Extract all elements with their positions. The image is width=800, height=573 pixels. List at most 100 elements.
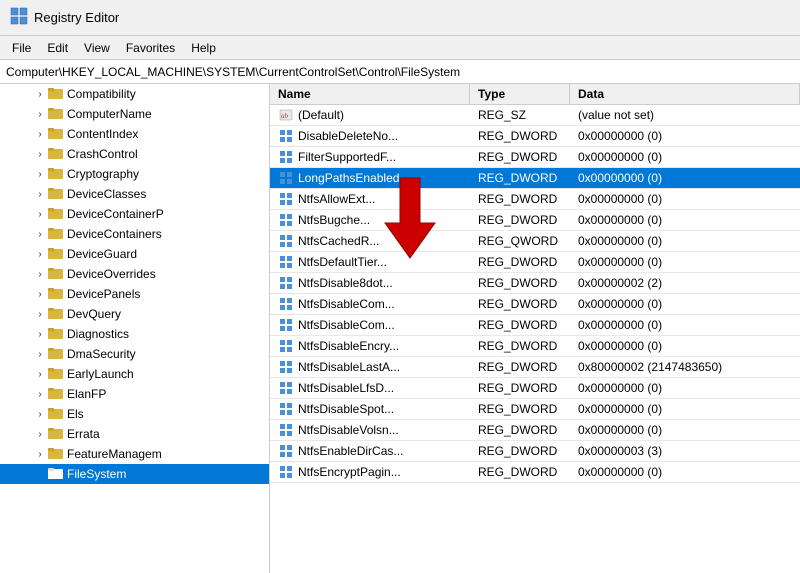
tree-item[interactable]: › DeviceClasses	[0, 184, 269, 204]
expand-icon[interactable]: ›	[32, 89, 48, 100]
tree-item[interactable]: › FeatureManagem	[0, 444, 269, 464]
expand-icon[interactable]: ›	[32, 429, 48, 440]
value-data-cell: (value not set)	[570, 105, 800, 125]
value-row[interactable]: NtfsEnableDirCas...REG_DWORD0x00000003 (…	[270, 441, 800, 462]
value-name-cell: DisableDeleteNo...	[270, 126, 470, 146]
tree-item[interactable]: › Errata	[0, 424, 269, 444]
expand-icon[interactable]: ›	[32, 369, 48, 380]
expand-icon[interactable]: ›	[32, 389, 48, 400]
registry-value-icon	[278, 317, 294, 333]
expand-icon[interactable]: ›	[32, 169, 48, 180]
value-name-cell: NtfsDisableVolsn...	[270, 420, 470, 440]
tree-item[interactable]: › ElanFP	[0, 384, 269, 404]
tree-item[interactable]: › DevicePanels	[0, 284, 269, 304]
folder-icon	[48, 326, 64, 343]
value-type-cell: REG_DWORD	[470, 210, 570, 230]
folder-icon	[48, 386, 64, 403]
expand-icon[interactable]: ›	[32, 409, 48, 420]
value-data-cell: 0x00000000 (0)	[570, 315, 800, 335]
value-row[interactable]: LongPathsEnabledREG_DWORD0x00000000 (0)	[270, 168, 800, 189]
folder-icon	[48, 86, 64, 103]
value-name-text: NtfsCachedR...	[298, 234, 379, 248]
tree-item-label: DeviceClasses	[67, 187, 146, 201]
menu-edit[interactable]: Edit	[39, 39, 76, 57]
value-row[interactable]: NtfsDisableVolsn...REG_DWORD0x00000000 (…	[270, 420, 800, 441]
value-row[interactable]: NtfsDisableCom...REG_DWORD0x00000000 (0)	[270, 294, 800, 315]
tree-item[interactable]: › Cryptography	[0, 164, 269, 184]
values-panel[interactable]: Name Type Data ab (Default)REG_SZ(value …	[270, 84, 800, 573]
value-type-cell: REG_DWORD	[470, 420, 570, 440]
value-name-cell: LongPathsEnabled	[270, 168, 470, 188]
value-data-cell: 0x00000000 (0)	[570, 336, 800, 356]
value-row[interactable]: NtfsDefaultTier...REG_DWORD0x00000000 (0…	[270, 252, 800, 273]
value-name-cell: NtfsDisableEncry...	[270, 336, 470, 356]
menu-help[interactable]: Help	[183, 39, 224, 57]
value-row[interactable]: NtfsAllowExt...REG_DWORD0x00000000 (0)	[270, 189, 800, 210]
folder-icon	[48, 166, 64, 183]
header-name: Name	[270, 84, 470, 104]
value-row[interactable]: NtfsDisableLfsD...REG_DWORD0x00000000 (0…	[270, 378, 800, 399]
expand-icon[interactable]: ›	[32, 349, 48, 360]
expand-icon[interactable]: ›	[32, 229, 48, 240]
value-row[interactable]: NtfsDisableCom...REG_DWORD0x00000000 (0)	[270, 315, 800, 336]
value-name-text: NtfsDisableCom...	[298, 318, 395, 332]
tree-item[interactable]: › DeviceOverrides	[0, 264, 269, 284]
expand-icon[interactable]: ›	[32, 289, 48, 300]
tree-item[interactable]: › ContentIndex	[0, 124, 269, 144]
menu-view[interactable]: View	[76, 39, 118, 57]
tree-item[interactable]: › Compatibility	[0, 84, 269, 104]
value-type-cell: REG_DWORD	[470, 294, 570, 314]
tree-item[interactable]: › DeviceContainerP	[0, 204, 269, 224]
value-name-cell: NtfsEnableDirCas...	[270, 441, 470, 461]
tree-item[interactable]: FileSystem	[0, 464, 269, 484]
expand-icon[interactable]: ›	[32, 149, 48, 160]
tree-item[interactable]: › EarlyLaunch	[0, 364, 269, 384]
tree-item[interactable]: › Els	[0, 404, 269, 424]
expand-icon[interactable]: ›	[32, 309, 48, 320]
value-row[interactable]: NtfsDisableLastA...REG_DWORD0x80000002 (…	[270, 357, 800, 378]
value-type-cell: REG_DWORD	[470, 399, 570, 419]
menu-favorites[interactable]: Favorites	[118, 39, 183, 57]
registry-value-icon	[278, 275, 294, 291]
value-type-cell: REG_DWORD	[470, 378, 570, 398]
value-row[interactable]: DisableDeleteNo...REG_DWORD0x00000000 (0…	[270, 126, 800, 147]
tree-item[interactable]: › DeviceGuard	[0, 244, 269, 264]
value-row[interactable]: NtfsDisableSpot...REG_DWORD0x00000000 (0…	[270, 399, 800, 420]
expand-icon[interactable]: ›	[32, 109, 48, 120]
expand-icon[interactable]: ›	[32, 189, 48, 200]
value-data-cell: 0x00000000 (0)	[570, 420, 800, 440]
expand-icon[interactable]: ›	[32, 329, 48, 340]
tree-item[interactable]: › DevQuery	[0, 304, 269, 324]
folder-icon	[48, 466, 64, 483]
menu-file[interactable]: File	[4, 39, 39, 57]
value-name-cell: NtfsDisableLastA...	[270, 357, 470, 377]
tree-item[interactable]: › CrashControl	[0, 144, 269, 164]
tree-item-label: ComputerName	[67, 107, 152, 121]
value-row[interactable]: ab (Default)REG_SZ(value not set)	[270, 105, 800, 126]
value-name-text: NtfsDefaultTier...	[298, 255, 387, 269]
value-row[interactable]: NtfsBugche...REG_DWORD0x00000000 (0)	[270, 210, 800, 231]
value-row[interactable]: FilterSupportedF...REG_DWORD0x00000000 (…	[270, 147, 800, 168]
expand-icon[interactable]: ›	[32, 209, 48, 220]
value-name-cell: NtfsEncryptPagin...	[270, 462, 470, 482]
tree-item-label: DmaSecurity	[67, 347, 136, 361]
tree-item[interactable]: › DmaSecurity	[0, 344, 269, 364]
expand-icon[interactable]: ›	[32, 129, 48, 140]
value-name-cell: NtfsAllowExt...	[270, 189, 470, 209]
value-name-text: NtfsDisable8dot...	[298, 276, 393, 290]
value-row[interactable]: NtfsEncryptPagin...REG_DWORD0x00000000 (…	[270, 462, 800, 483]
expand-icon[interactable]: ›	[32, 449, 48, 460]
registry-value-icon	[278, 422, 294, 438]
value-row[interactable]: NtfsDisable8dot...REG_DWORD0x00000002 (2…	[270, 273, 800, 294]
expand-icon[interactable]: ›	[32, 269, 48, 280]
tree-panel[interactable]: › Compatibility› ComputerName› ContentIn…	[0, 84, 270, 573]
value-name-text: (Default)	[298, 108, 344, 122]
value-row[interactable]: NtfsCachedR...REG_QWORD0x00000000 (0)	[270, 231, 800, 252]
tree-item[interactable]: › DeviceContainers	[0, 224, 269, 244]
folder-icon	[48, 286, 64, 303]
folder-icon	[48, 106, 64, 123]
expand-icon[interactable]: ›	[32, 249, 48, 260]
tree-item[interactable]: › Diagnostics	[0, 324, 269, 344]
value-row[interactable]: NtfsDisableEncry...REG_DWORD0x00000000 (…	[270, 336, 800, 357]
tree-item[interactable]: › ComputerName	[0, 104, 269, 124]
